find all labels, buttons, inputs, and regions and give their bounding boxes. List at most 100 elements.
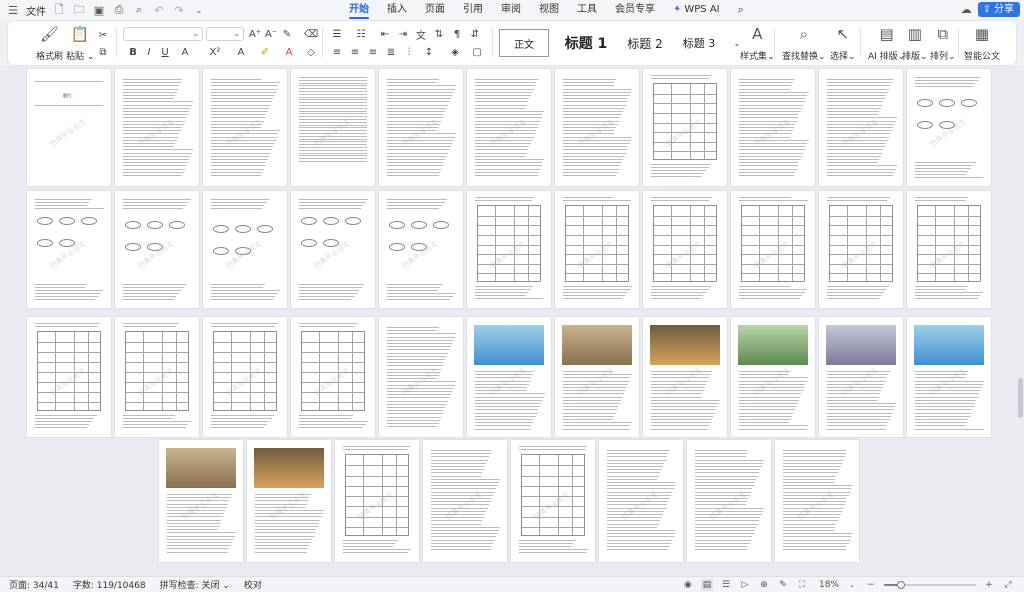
tab-page[interactable]: 页面 bbox=[416, 0, 454, 20]
outline-view-icon[interactable]: ☰ bbox=[720, 579, 732, 591]
page-view-icon[interactable]: ▤ bbox=[700, 578, 713, 591]
document-page[interactable]: 仿真毕业论文 bbox=[291, 69, 375, 186]
border-char-icon[interactable]: ◇ bbox=[304, 45, 318, 59]
document-page[interactable]: 仿真毕业论文 bbox=[203, 69, 287, 186]
document-page[interactable]: 仿真毕业论文 bbox=[599, 440, 683, 562]
document-page[interactable]: 仿真毕业论文 bbox=[423, 440, 507, 562]
word-count[interactable]: 字数: 119/10468 bbox=[73, 578, 146, 591]
save-icon[interactable]: ▣ bbox=[92, 3, 106, 17]
line-spacing-icon[interactable]: ↕ bbox=[422, 45, 436, 59]
italic-icon[interactable]: I bbox=[142, 45, 156, 59]
document-page[interactable]: 仿真毕业论文 bbox=[731, 317, 815, 437]
read-mode-icon[interactable]: ▷ bbox=[739, 579, 751, 591]
tab-tools[interactable]: 工具 bbox=[568, 0, 606, 20]
cloud-sync-icon[interactable]: ☁ bbox=[961, 3, 972, 16]
document-page[interactable]: 仿真毕业论文 bbox=[27, 191, 111, 308]
style-heading-3[interactable]: 标题 3 bbox=[673, 29, 725, 57]
undo-icon[interactable]: ↶ bbox=[152, 3, 166, 17]
document-page[interactable]: 仿真毕业论文 bbox=[687, 440, 771, 562]
print-icon[interactable]: ⎙ bbox=[112, 3, 126, 17]
tab-wps-ai[interactable]: ✦ WPS AI bbox=[664, 0, 729, 20]
font-family-select[interactable]: ⌄ bbox=[123, 27, 203, 41]
layout-button[interactable]: ▥ 排版⌄ bbox=[902, 25, 928, 62]
show-marks-icon[interactable]: ¶ bbox=[450, 27, 464, 41]
tab-home[interactable]: 开始 bbox=[340, 0, 378, 20]
web-view-icon[interactable]: ⊕ bbox=[758, 579, 770, 591]
clear-format-icon[interactable]: ⌫ bbox=[304, 27, 318, 41]
style-set-button[interactable]: A 样式集⌄ bbox=[740, 25, 775, 62]
paste-button[interactable]: 📋 粘贴 ⌄ bbox=[66, 25, 94, 62]
char-shading-icon[interactable]: A bbox=[234, 45, 248, 59]
document-page[interactable]: 仿真毕业论文 bbox=[511, 440, 595, 562]
ai-layout-button[interactable]: ▤ AI 排版⌄ bbox=[868, 25, 905, 62]
zoom-level[interactable]: 18% bbox=[819, 580, 839, 590]
print-preview-icon[interactable]: ⌕ bbox=[132, 3, 146, 17]
distributed-icon[interactable]: ⫶ bbox=[402, 45, 416, 59]
select-button[interactable]: ↖ 选择⌄ bbox=[830, 25, 856, 62]
highlight-icon[interactable]: ✐ bbox=[258, 45, 272, 59]
more-chevron-icon[interactable]: ⌄ bbox=[192, 3, 206, 17]
page-indicator[interactable]: 页面: 34/41 bbox=[9, 578, 59, 591]
write-mode-icon[interactable]: ✎ bbox=[777, 579, 789, 591]
open-folder-icon[interactable]: 🗀 bbox=[72, 3, 86, 17]
numbered-list-icon[interactable]: ☷ bbox=[354, 27, 368, 41]
document-page[interactable]: 仿真毕业论文 bbox=[159, 440, 243, 562]
zoom-in-icon[interactable]: + bbox=[983, 579, 995, 591]
zoom-out-icon[interactable]: − bbox=[865, 579, 877, 591]
document-page[interactable]: 仿真毕业论文 bbox=[907, 317, 991, 437]
font-color-icon[interactable]: A bbox=[282, 45, 296, 59]
tab-insert[interactable]: 插入 bbox=[378, 0, 416, 20]
document-page[interactable]: 仿真毕业论文 bbox=[291, 191, 375, 308]
tab-member[interactable]: 会员专享 bbox=[606, 0, 664, 20]
style-normal[interactable]: 正文 bbox=[499, 29, 549, 57]
document-page[interactable]: 仿真毕业论文 bbox=[379, 69, 463, 186]
increase-indent-icon[interactable]: ⇥ bbox=[396, 27, 410, 41]
document-page[interactable]: 仿真毕业论文 bbox=[555, 69, 639, 186]
tab-review[interactable]: 审阅 bbox=[492, 0, 530, 20]
sort-icon[interactable]: ⇅ bbox=[432, 27, 446, 41]
fullscreen-icon[interactable]: ⛶ bbox=[796, 579, 808, 591]
tab-references[interactable]: 引用 bbox=[454, 0, 492, 20]
document-page[interactable]: 仿真毕业论文 bbox=[731, 69, 815, 186]
document-page[interactable]: 仿真毕业论文 bbox=[335, 440, 419, 562]
font-size-select[interactable]: ⌄ bbox=[206, 27, 244, 41]
eye-icon[interactable]: ◉ bbox=[682, 579, 694, 591]
document-page[interactable]: 仿真毕业论文 bbox=[115, 191, 199, 308]
format-painter-button[interactable]: 🖌 格式刷 bbox=[36, 25, 63, 62]
scrollbar-thumb[interactable] bbox=[1018, 378, 1023, 418]
document-page[interactable]: 仿真毕业论文 bbox=[819, 69, 903, 186]
strikethrough-icon[interactable]: A bbox=[178, 45, 192, 59]
document-page[interactable]: 仿真毕业论文 bbox=[379, 317, 463, 437]
document-page[interactable]: 仿真毕业论文 bbox=[467, 191, 551, 308]
document-page[interactable]: 仿真毕业论文 bbox=[775, 440, 859, 562]
menu-icon[interactable]: ☰ bbox=[6, 3, 20, 17]
document-page[interactable]: 仿真毕业论文 bbox=[643, 69, 727, 186]
align-right-icon[interactable]: ≡ bbox=[366, 45, 380, 59]
document-page[interactable]: 仿真毕业论文 bbox=[731, 191, 815, 308]
document-page[interactable]: 仿真毕业论文 bbox=[203, 317, 287, 437]
cut-icon[interactable]: ✂ bbox=[96, 28, 110, 42]
document-page[interactable]: 仿真毕业论文 bbox=[907, 69, 991, 186]
zoom-dropdown-icon[interactable]: ⌄ bbox=[846, 579, 858, 591]
document-page[interactable]: 题目： 仿真毕业论文 bbox=[27, 69, 111, 186]
file-menu[interactable]: 文件 bbox=[26, 3, 46, 18]
document-page[interactable]: 仿真毕业论文 bbox=[907, 191, 991, 308]
document-page[interactable]: 仿真毕业论文 bbox=[467, 317, 551, 437]
borders-icon[interactable]: ▢ bbox=[470, 45, 484, 59]
document-area[interactable]: 题目： 仿真毕业论文 仿真毕业论文 仿真毕业论文 仿真毕业论文 仿真毕业论文 仿真毕业论文仿… bbox=[0, 66, 1024, 576]
justify-icon[interactable]: ≣ bbox=[384, 45, 398, 59]
document-page[interactable]: 仿真毕业论文 bbox=[819, 191, 903, 308]
copy-icon[interactable]: ⧉ bbox=[96, 45, 110, 59]
document-page[interactable]: 仿真毕业论文 bbox=[115, 69, 199, 186]
zoom-slider[interactable] bbox=[884, 579, 976, 591]
superscript-icon[interactable]: X² bbox=[208, 45, 222, 59]
paragraph-marks-icon[interactable]: ⇵ bbox=[468, 27, 482, 41]
document-page[interactable]: 仿真毕业论文 bbox=[467, 69, 551, 186]
underline-icon[interactable]: U bbox=[158, 45, 172, 59]
shading-icon[interactable]: ◈ bbox=[448, 45, 462, 59]
find-replace-button[interactable]: ⌕ 查找替换⌄ bbox=[782, 25, 826, 62]
redo-icon[interactable]: ↷ bbox=[172, 3, 186, 17]
document-page[interactable]: 仿真毕业论文 bbox=[247, 440, 331, 562]
bullet-list-icon[interactable]: ☰ bbox=[330, 27, 344, 41]
arrange-button[interactable]: ⧉ 排列⌄ bbox=[930, 25, 956, 62]
